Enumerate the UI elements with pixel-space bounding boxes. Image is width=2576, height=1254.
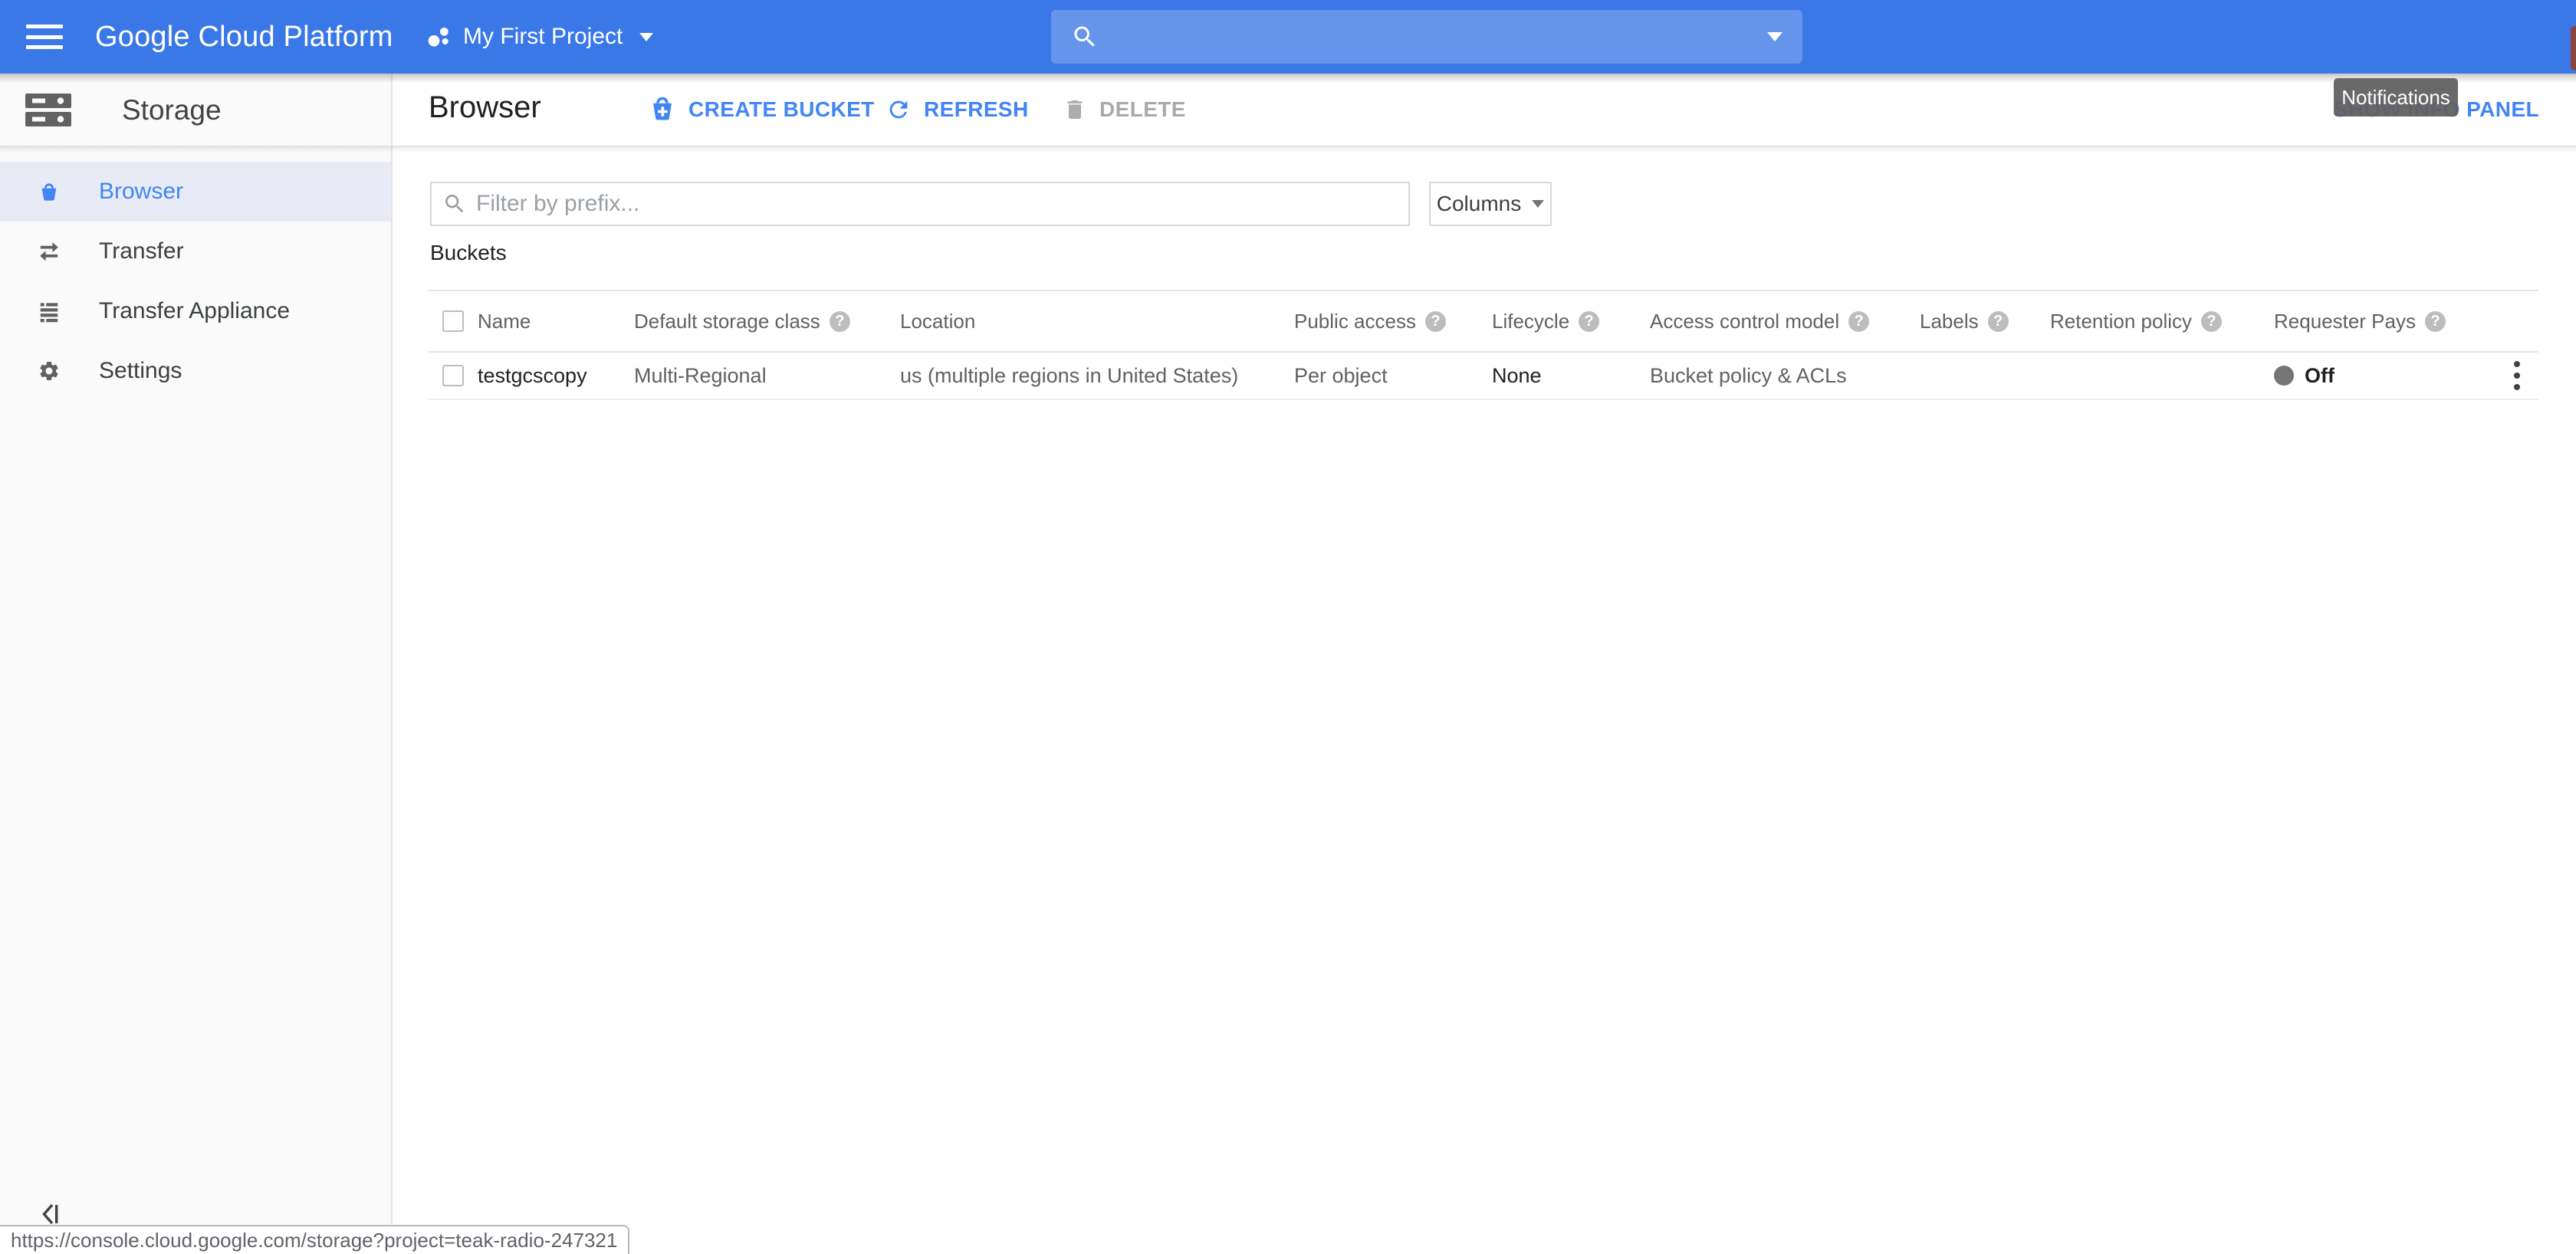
sidebar-title: Storage: [122, 94, 222, 126]
top-app-bar: Google Cloud Platform My First Project >…: [0, 0, 2576, 74]
help-icon[interactable]: ?: [1848, 311, 1869, 332]
search-icon: [1071, 23, 1099, 51]
table-row: testgcscopy Multi-Regional us (multiple …: [429, 353, 2538, 400]
bucket-icon: [38, 180, 61, 203]
collapse-chevron-icon: [37, 1200, 63, 1228]
delete-label: DELETE: [1099, 97, 1186, 122]
column-header-requester-pays[interactable]: Requester Pays: [2274, 310, 2416, 333]
cell-requester-pays: Off: [2305, 364, 2334, 388]
column-header-retention-policy[interactable]: Retention policy: [2050, 310, 2192, 333]
sidebar-item-label: Settings: [99, 358, 182, 384]
column-header-labels[interactable]: Labels: [1920, 310, 1979, 333]
filter-search-icon: [442, 192, 467, 216]
gcp-logo[interactable]: Google Cloud Platform: [95, 0, 393, 74]
refresh-label: REFRESH: [924, 97, 1029, 122]
storage-product-icon: [24, 90, 73, 130]
transfer-icon: [38, 240, 61, 263]
column-header-lifecycle[interactable]: Lifecycle: [1492, 310, 1569, 333]
gcp-console: Google Cloud Platform My First Project >…: [0, 0, 2576, 1254]
screen-edge-artifact: [2571, 26, 2576, 71]
help-icon[interactable]: ?: [1988, 311, 2009, 332]
column-header-public-access[interactable]: Public access: [1294, 310, 1416, 333]
cell-location: us (multiple regions in United States): [900, 364, 1238, 388]
sidebar-header: Storage: [0, 74, 391, 147]
select-all-checkbox[interactable]: [442, 310, 464, 332]
cell-lifecycle: None: [1492, 364, 1542, 388]
buckets-table: Name Default storage class ? Location Pu…: [429, 290, 2538, 400]
sidebar-item-label: Browser: [99, 179, 183, 205]
help-icon[interactable]: ?: [1579, 311, 1599, 332]
project-name: My First Project: [463, 24, 623, 50]
page-title: Browser: [429, 90, 541, 125]
chevron-down-icon: [1532, 200, 1544, 208]
columns-label: Columns: [1437, 192, 1521, 216]
notifications-tooltip: Notifications: [2334, 78, 2458, 117]
column-header-access-control[interactable]: Access control model: [1650, 310, 1839, 333]
help-icon[interactable]: ?: [2425, 311, 2446, 332]
requester-pays-off-dot: [2274, 366, 2294, 386]
help-icon[interactable]: ?: [2201, 311, 2222, 332]
status-url-text: https://console.cloud.google.com/storage…: [11, 1229, 617, 1252]
filter-input[interactable]: [476, 191, 1398, 217]
gear-icon: [38, 359, 61, 382]
table-header-row: Name Default storage class ? Location Pu…: [429, 290, 2538, 353]
sidebar-items: Browser Transfer: [0, 162, 391, 401]
refresh-button[interactable]: REFRESH: [886, 89, 1029, 130]
create-bucket-button[interactable]: CREATE BUCKET: [649, 89, 875, 130]
sidebar-item-transfer[interactable]: Transfer: [0, 222, 391, 281]
trash-icon: [1063, 97, 1087, 123]
row-menu-button[interactable]: [2514, 361, 2520, 390]
create-bucket-icon: [649, 96, 676, 123]
transfer-appliance-icon: [38, 300, 61, 323]
sidebar-item-transfer-appliance[interactable]: Transfer Appliance: [0, 281, 391, 341]
columns-button[interactable]: Columns: [1429, 182, 1552, 226]
filter-box[interactable]: [430, 182, 1410, 226]
status-url-bar: https://console.cloud.google.com/storage…: [0, 1225, 629, 1254]
project-selector[interactable]: My First Project: [426, 0, 653, 74]
search-bar[interactable]: [1051, 10, 1802, 64]
buckets-section-label: Buckets: [430, 241, 507, 265]
hamburger-menu-icon[interactable]: [25, 20, 64, 54]
column-header-location[interactable]: Location: [900, 310, 975, 333]
sidebar-item-browser[interactable]: Browser: [0, 162, 391, 222]
delete-button[interactable]: DELETE: [1063, 89, 1186, 130]
sidebar-item-label: Transfer: [99, 238, 184, 264]
sidebar: Storage Browser Tran: [0, 74, 393, 1254]
create-bucket-label: CREATE BUCKET: [688, 97, 875, 122]
topbar-shadow: [0, 74, 2576, 83]
project-icon: [426, 25, 451, 49]
cell-access-control: Bucket policy & ACLs: [1650, 364, 1847, 388]
cell-storage-class: Multi-Regional: [634, 364, 767, 388]
bucket-name-link[interactable]: testgcscopy: [478, 364, 587, 388]
column-header-name[interactable]: Name: [478, 310, 531, 333]
search-dropdown-icon[interactable]: [1767, 32, 1783, 41]
row-checkbox[interactable]: [442, 365, 464, 386]
cell-public-access: Per object: [1294, 364, 1388, 388]
help-icon[interactable]: ?: [830, 311, 850, 332]
sidebar-item-label: Transfer Appliance: [99, 298, 290, 324]
column-header-storage-class[interactable]: Default storage class: [634, 310, 820, 333]
refresh-icon: [886, 97, 912, 123]
sidebar-item-settings[interactable]: Settings: [0, 341, 391, 401]
header-shade: [0, 147, 2576, 153]
chevron-down-icon: [639, 33, 653, 41]
help-icon[interactable]: ?: [1425, 311, 1446, 332]
